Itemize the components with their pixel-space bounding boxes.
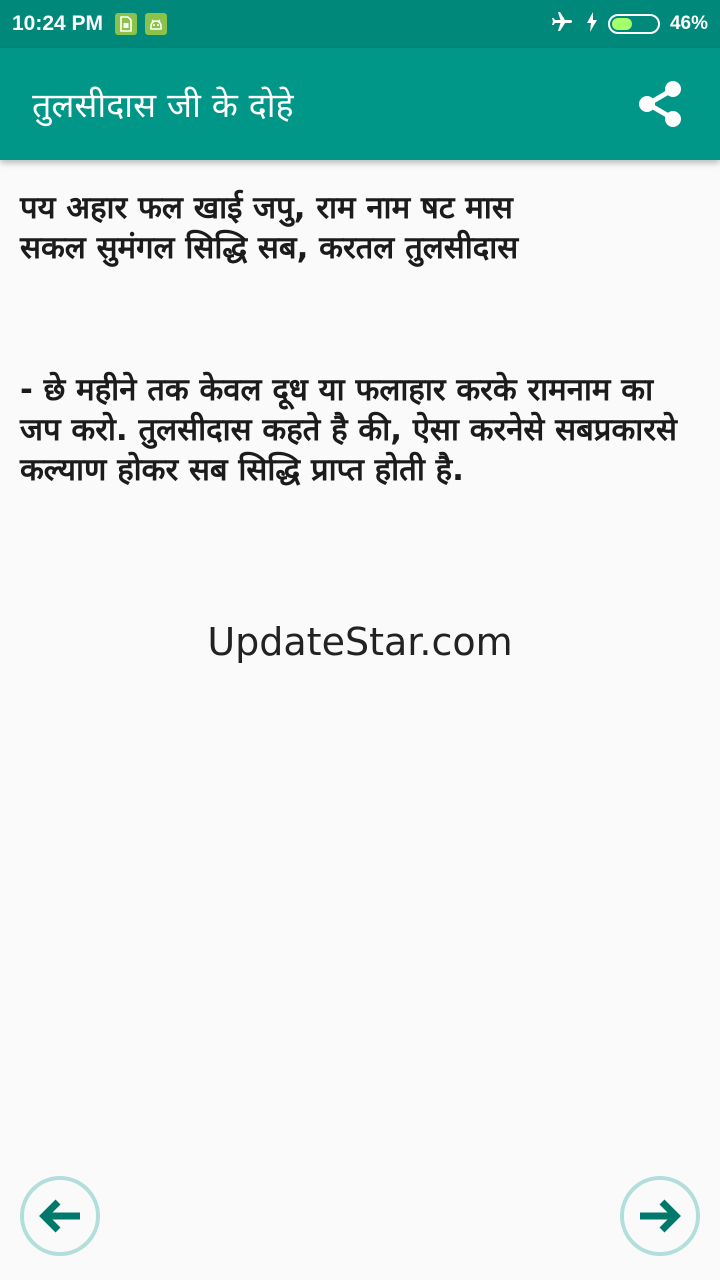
status-bar: 10:24 PM 46% xyxy=(0,0,720,48)
share-icon xyxy=(639,81,681,127)
previous-button[interactable] xyxy=(20,1176,100,1256)
source-label: UpdateStar.com xyxy=(207,620,513,664)
next-button[interactable] xyxy=(620,1176,700,1256)
content: पय अहार फल खाई जपु, राम नाम षट मास सकल स… xyxy=(20,188,700,490)
app-bar: तुलसीदास जी के दोहे xyxy=(0,48,720,160)
airplane-icon xyxy=(548,10,576,38)
doha-text: पय अहार फल खाई जपु, राम नाम षट मास सकल स… xyxy=(20,190,519,266)
battery-percentage: 46% xyxy=(669,13,708,34)
sim-icon xyxy=(115,13,138,35)
android-icon xyxy=(145,13,168,35)
share-button[interactable] xyxy=(632,76,688,132)
status-time: 10:24 PM xyxy=(12,12,104,35)
battery-icon xyxy=(607,14,660,34)
arrow-left-icon xyxy=(39,1199,80,1233)
charging-icon xyxy=(586,12,598,36)
meaning-text: - छे महीने तक केवल दूध या फलाहार करके रा… xyxy=(20,372,677,488)
page-title: तुलसीदास जी के दोहे xyxy=(32,86,294,126)
arrow-right-icon xyxy=(640,1199,681,1233)
battery-level xyxy=(611,18,633,30)
